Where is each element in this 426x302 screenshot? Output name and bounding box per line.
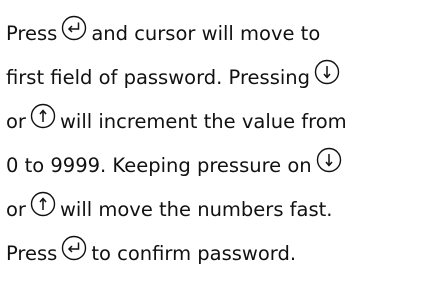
line-6-text-after: to confirm password.	[91, 242, 297, 265]
line-6-text-before: Press	[6, 242, 58, 265]
line-5-text-after: will move the numbers fast.	[59, 198, 333, 221]
up-arrow-key-icon	[30, 103, 56, 129]
instruction-line-4: 0 to 9999. Keeping pressure on	[6, 146, 346, 186]
line-1-text-before: Press	[6, 22, 58, 45]
enter-key-icon	[61, 15, 87, 41]
line-1-text-after: and cursor will move to	[91, 22, 321, 45]
down-arrow-key-icon	[314, 59, 340, 85]
up-arrow-key-icon	[30, 191, 56, 217]
line-2-text-before: first field of password. Pressing	[6, 66, 311, 89]
instruction-line-1: Press and cursor will move to	[6, 14, 320, 54]
line-5-text-before: or	[6, 198, 26, 221]
line-3-text-after: will increment the value from	[59, 110, 347, 133]
instruction-text-block: Press and cursor will move to first fiel…	[0, 0, 426, 302]
enter-key-icon	[61, 235, 87, 261]
line-4-text-before: 0 to 9999. Keeping pressure on	[6, 154, 312, 177]
instruction-line-5: or will move the numbers fast.	[6, 190, 333, 230]
instruction-line-6: Press to confirm password.	[6, 234, 296, 274]
instruction-line-2: first field of password. Pressing	[6, 58, 344, 98]
down-arrow-key-icon	[316, 147, 342, 173]
instruction-line-3: or will increment the value from	[6, 102, 347, 142]
line-3-text-before: or	[6, 110, 26, 133]
